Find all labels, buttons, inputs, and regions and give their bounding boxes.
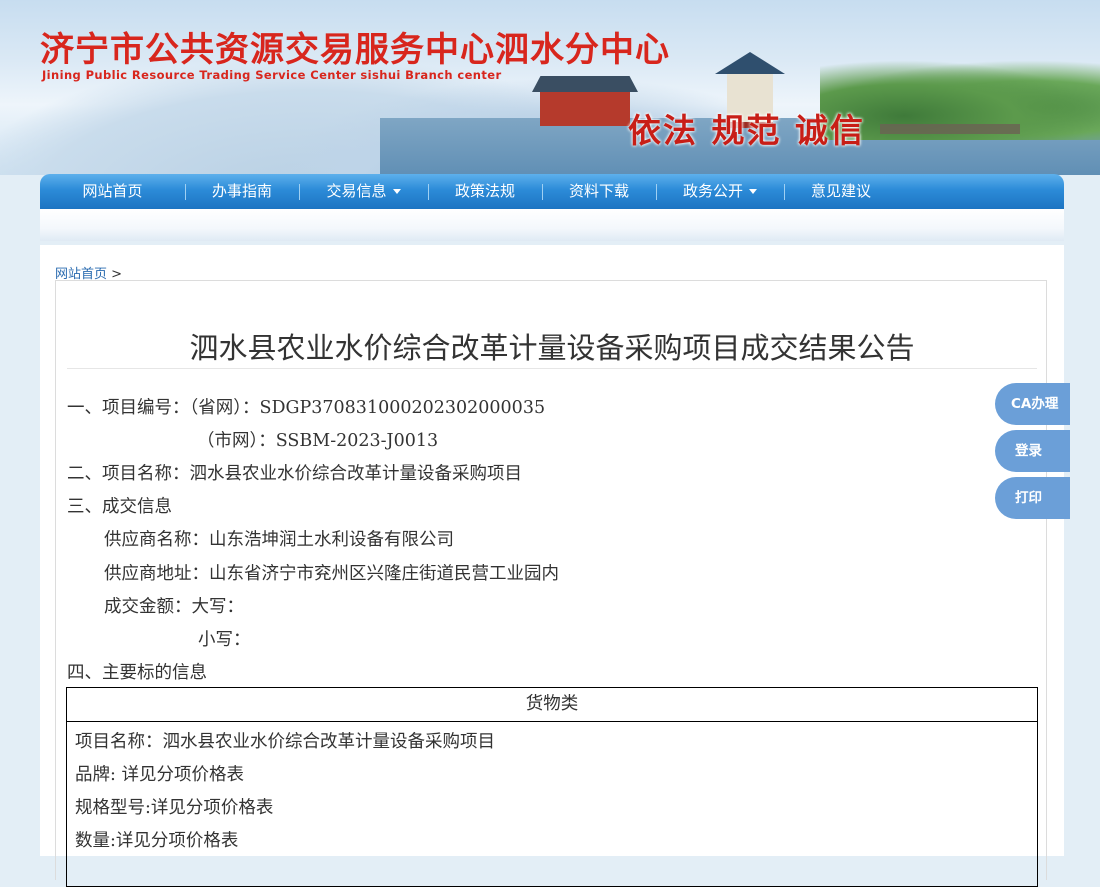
- city-project-number-line: （市网）：SSBM-2023-J0013: [197, 431, 439, 451]
- main-nav: 网站首页 办事指南 交易信息 政策法规 资料下载 政务公开 意见建议: [40, 174, 1064, 209]
- nav-item-label: 办事指南: [211, 182, 272, 200]
- deal-amount-lower-line: 小写：: [198, 630, 251, 650]
- nav-item-downloads[interactable]: 资料下载: [542, 174, 656, 209]
- login-button[interactable]: 登录: [995, 430, 1070, 472]
- table-row: 品牌: 详见分项价格表: [75, 765, 244, 785]
- article-title: 泗水县农业水价综合改革计量设备采购项目成交结果公告: [189, 331, 915, 365]
- main-subject-heading: 四、主要标的信息: [67, 663, 207, 683]
- site-title: 济宁市公共资源交易服务中心泗水分中心: [40, 30, 670, 70]
- ca-service-button[interactable]: CA办理: [995, 383, 1070, 425]
- nav-item-label: 政策法规: [454, 182, 515, 200]
- sub-nav-bar: [40, 209, 1064, 241]
- project-number-line: 一、项目编号：（省网）：SDGP370831000202302000035: [67, 398, 546, 418]
- chevron-down-icon: [392, 189, 401, 194]
- title-divider: [67, 368, 1037, 369]
- pavilion-roof: [715, 52, 785, 74]
- nav-item-label: 网站首页: [82, 182, 143, 200]
- nav-item-feedback[interactable]: 意见建议: [784, 174, 898, 209]
- nav-item-label: 政务公开: [682, 182, 743, 200]
- nav-item-label: 意见建议: [810, 182, 871, 200]
- supplier-name-line: 供应商名称：山东浩坤润土水利设备有限公司: [104, 530, 454, 550]
- deal-amount-upper-line: 成交金额：大写：: [104, 597, 244, 617]
- nav-item-label: 资料下载: [568, 182, 629, 200]
- nav-item-gov-affairs[interactable]: 政务公开: [656, 174, 784, 209]
- nav-item-guide[interactable]: 办事指南: [185, 174, 299, 209]
- header-banner: 济宁市公共资源交易服务中心泗水分中心 Jining Public Resourc…: [0, 0, 1100, 175]
- chevron-down-icon: [749, 189, 757, 194]
- nav-item-policy[interactable]: 政策法规: [428, 174, 542, 209]
- goods-table: 货物类 项目名称：泗水县农业水价综合改革计量设备采购项目 品牌: 详见分项价格表…: [66, 687, 1038, 887]
- nav-item-home[interactable]: 网站首页: [40, 174, 185, 209]
- article-panel: 泗水县农业水价综合改革计量设备采购项目成交结果公告 一、项目编号：（省网）：SD…: [55, 280, 1047, 887]
- project-name-line: 二、项目名称：泗水县农业水价综合改革计量设备采购项目: [67, 464, 522, 484]
- goods-table-header: 货物类: [67, 688, 1037, 722]
- banner-bridge: [880, 124, 1020, 134]
- banner-building: [540, 90, 630, 126]
- site-subtitle: Jining Public Resource Trading Service C…: [42, 68, 502, 82]
- nav-item-trading-info[interactable]: 交易信息: [299, 174, 428, 209]
- supplier-address-line: 供应商地址：山东省济宁市兖州区兴隆庄街道民营工业园内: [104, 564, 559, 584]
- slogan: 依法 规范 诚信: [628, 111, 865, 150]
- table-row: 数量:详见分项价格表: [75, 831, 239, 851]
- main-content: 网站首页 > 泗水县农业水价综合改革计量设备采购项目成交结果公告 一、项目编号：…: [40, 245, 1064, 887]
- table-row: 规格型号:详见分项价格表: [75, 798, 274, 818]
- table-row: 项目名称：泗水县农业水价综合改革计量设备采购项目: [75, 732, 495, 752]
- nav-item-label: 交易信息: [326, 182, 387, 200]
- deal-info-heading: 三、成交信息: [67, 497, 172, 517]
- print-button[interactable]: 打印: [995, 477, 1070, 519]
